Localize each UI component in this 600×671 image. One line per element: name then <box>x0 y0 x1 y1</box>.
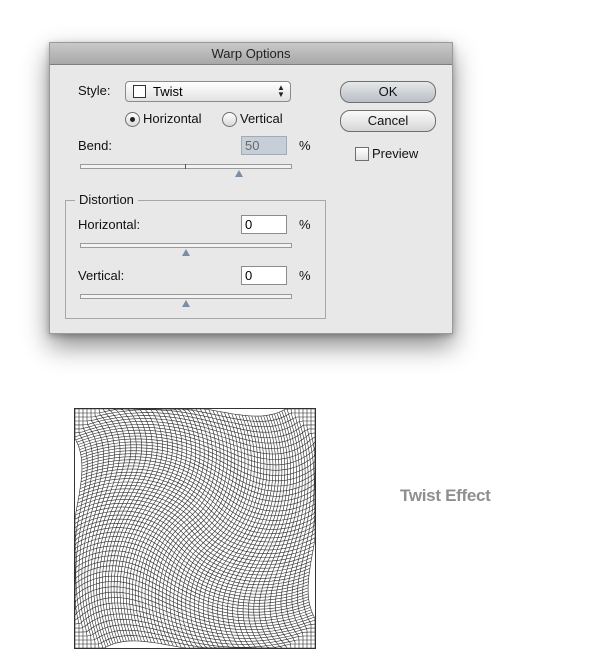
preview-label: Preview <box>372 146 419 161</box>
style-value: Twist <box>153 84 183 99</box>
distortion-vertical-label: Vertical: <box>78 268 125 283</box>
twist-style-icon <box>133 85 146 98</box>
twist-mesh-image <box>74 408 316 649</box>
style-select[interactable]: Twist ▲ ▼ <box>125 81 291 102</box>
style-label: Style: <box>78 83 111 98</box>
bend-slider-center-tick <box>185 164 186 169</box>
bend-label: Bend: <box>78 138 112 153</box>
distortion-title: Distortion <box>75 192 138 207</box>
bend-unit: % <box>299 138 311 153</box>
distortion-horizontal-label: Horizontal: <box>78 217 141 232</box>
distortion-horizontal-input[interactable]: 0 <box>241 215 287 234</box>
distortion-vertical-slider-thumb[interactable] <box>182 300 190 307</box>
distortion-vertical-unit: % <box>299 268 311 283</box>
cancel-button[interactable]: Cancel <box>340 110 436 132</box>
preview-checkbox[interactable] <box>355 147 369 161</box>
distortion-horizontal-unit: % <box>299 217 311 232</box>
twist-effect-label: Twist Effect <box>400 486 491 505</box>
bend-slider-track[interactable] <box>80 164 292 169</box>
radio-horizontal-label: Horizontal <box>143 111 202 126</box>
radio-vertical-label: Vertical <box>240 111 283 126</box>
dialog-title: Warp Options <box>50 43 452 65</box>
radio-horizontal[interactable] <box>125 112 140 127</box>
ok-button[interactable]: OK <box>340 81 436 103</box>
warp-options-dialog: Warp Options Style: Twist ▲ ▼ Horizontal … <box>49 42 453 334</box>
distortion-vertical-slider-track[interactable] <box>80 294 292 299</box>
radio-vertical[interactable] <box>222 112 237 127</box>
bend-input[interactable]: 50 <box>241 136 287 155</box>
distortion-horizontal-slider-track[interactable] <box>80 243 292 248</box>
distortion-vertical-input[interactable]: 0 <box>241 266 287 285</box>
chevron-updown-icon: ▲ ▼ <box>277 83 285 99</box>
distortion-horizontal-slider-thumb[interactable] <box>182 249 190 256</box>
bend-slider-thumb[interactable] <box>235 170 243 177</box>
